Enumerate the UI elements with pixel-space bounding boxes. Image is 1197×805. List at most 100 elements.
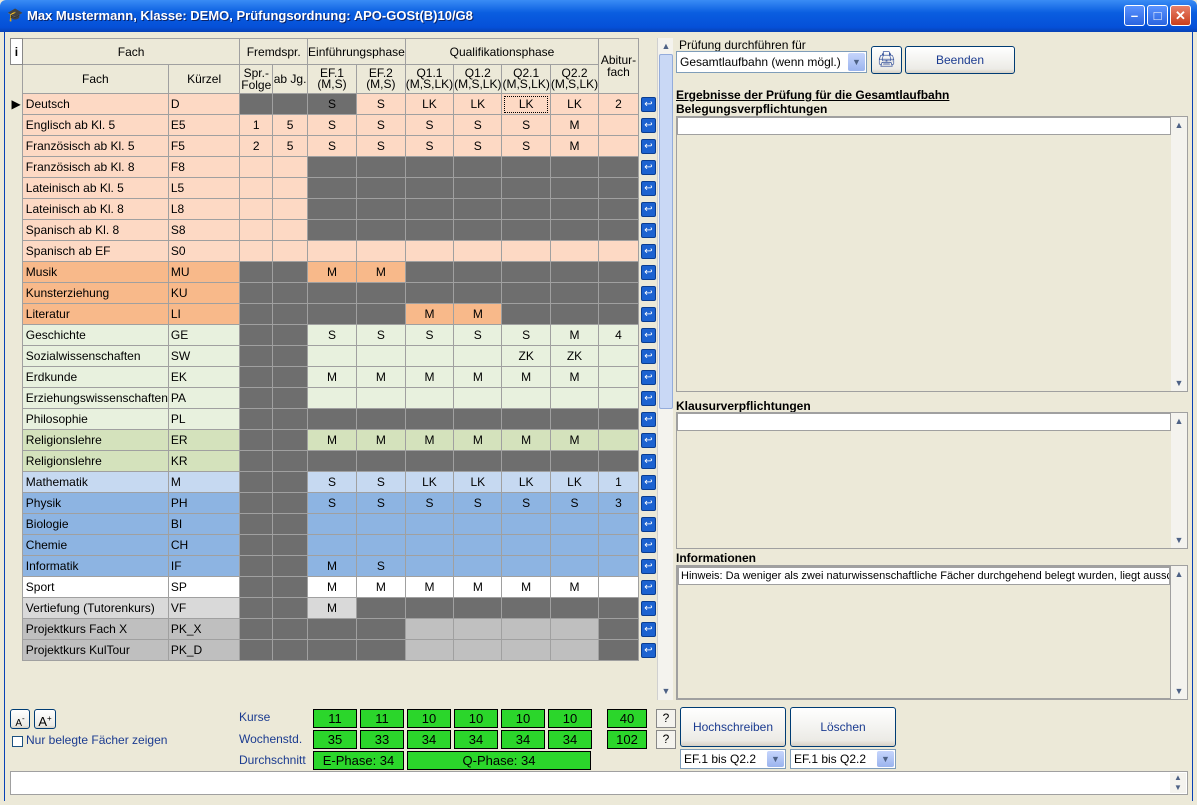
cell-q11[interactable] [404,282,455,304]
cell-ef1[interactable] [307,219,357,241]
cell-q22[interactable]: ZK [549,345,600,367]
subject-kuerzel[interactable]: F8 [167,156,241,178]
cell-q22[interactable]: M [549,135,600,157]
cell-ef2[interactable] [355,303,406,325]
nur-belegte-checkbox[interactable] [12,736,23,747]
cell-spr[interactable] [239,366,274,388]
table-row[interactable]: Musik MU M M ↩ [10,261,658,283]
cell-q21[interactable]: ZK [501,345,551,367]
cell-ef2[interactable]: S [355,324,406,346]
cell-ef1[interactable]: S [307,135,357,157]
table-row[interactable]: Geschichte GE S S S S S M 4 ↩ [10,324,658,346]
cell-q21[interactable]: S [501,324,551,346]
subject-kuerzel[interactable]: F5 [167,135,241,157]
cell-q11[interactable]: S [404,135,455,157]
cell-q22[interactable] [549,240,600,262]
cell-q11[interactable] [404,240,455,262]
cell-q22[interactable]: S [549,492,600,514]
cell-spr[interactable] [239,576,274,598]
cell-abi[interactable] [598,366,639,388]
subject-kuerzel[interactable]: MU [167,261,241,283]
cell-ef2[interactable]: S [355,492,406,514]
subject-name[interactable]: Erziehungswissenschaften [21,387,169,409]
cell-q11[interactable]: S [404,324,455,346]
cell-ef1[interactable]: S [307,114,357,136]
cell-q21[interactable] [501,240,551,262]
subject-name[interactable]: Sozialwissenschaften [21,345,169,367]
subject-name[interactable]: Informatik [21,555,169,577]
cell-q12[interactable] [453,597,503,619]
subject-kuerzel[interactable]: LI [167,303,241,325]
cell-ef2[interactable] [355,639,406,661]
cell-q21[interactable] [501,198,551,220]
cell-ef2[interactable] [355,177,406,199]
cell-spr[interactable] [239,198,274,220]
title-bar[interactable]: 🎓 Max Mustermann, Klasse: DEMO, Prüfungs… [0,0,1197,32]
reset-row-button[interactable]: ↩ [638,135,658,157]
cell-jg[interactable] [272,618,309,640]
cell-q11[interactable] [404,156,455,178]
header-fach[interactable]: Fach [21,64,169,94]
cell-q21[interactable]: M [501,576,551,598]
cell-abi[interactable] [598,198,639,220]
subject-name[interactable]: Lateinisch ab Kl. 5 [21,177,169,199]
cell-q21[interactable]: LK [501,93,551,115]
cell-q11[interactable]: LK [404,471,455,493]
belegung-field[interactable] [677,117,1171,135]
cell-q11[interactable] [404,177,455,199]
cell-abi[interactable]: 3 [598,492,639,514]
cell-spr[interactable] [239,240,274,262]
cell-q21[interactable]: S [501,135,551,157]
reset-row-button[interactable]: ↩ [638,492,658,514]
cell-spr[interactable] [239,513,274,535]
reset-row-button[interactable]: ↩ [638,324,658,346]
cell-q22[interactable] [549,261,600,283]
cell-abi[interactable] [598,282,639,304]
cell-q11[interactable] [404,408,455,430]
cell-abi[interactable] [598,450,639,472]
cell-q11[interactable] [404,261,455,283]
cell-abi[interactable]: 1 [598,471,639,493]
cell-q21[interactable] [501,450,551,472]
cell-ef1[interactable]: M [307,429,357,451]
cell-ef2[interactable] [355,198,406,220]
cell-q12[interactable]: M [453,429,503,451]
cell-ef2[interactable]: S [355,114,406,136]
cell-q21[interactable]: LK [501,471,551,493]
cell-q21[interactable] [501,156,551,178]
minimize-button[interactable]: – [1124,5,1145,26]
cell-ef1[interactable] [307,156,357,178]
cell-ef1[interactable] [307,513,357,535]
subject-kuerzel[interactable]: S0 [167,240,241,262]
cell-ef2[interactable] [355,156,406,178]
table-row[interactable]: Kunsterziehung KU ↩ [10,282,658,304]
loeschen-button[interactable]: Löschen [790,707,896,747]
cell-q12[interactable]: M [453,576,503,598]
cell-jg[interactable] [272,156,309,178]
cell-abi[interactable] [598,303,639,325]
cell-q12[interactable] [453,219,503,241]
header-kuerzel[interactable]: Kürzel [167,64,241,94]
cell-ef2[interactable] [355,282,406,304]
cell-q21[interactable]: S [501,114,551,136]
cell-q21[interactable] [501,387,551,409]
cell-q12[interactable]: S [453,114,503,136]
subject-kuerzel[interactable]: KU [167,282,241,304]
cell-jg[interactable] [272,492,309,514]
subject-kuerzel[interactable]: CH [167,534,241,556]
cell-jg[interactable] [272,240,309,262]
cell-q11[interactable] [404,534,455,556]
cell-q22[interactable] [549,639,600,661]
cell-ef1[interactable] [307,618,357,640]
subject-kuerzel[interactable]: S8 [167,219,241,241]
subject-kuerzel[interactable]: E5 [167,114,241,136]
cell-q12[interactable] [453,618,503,640]
reset-row-button[interactable]: ↩ [638,198,658,220]
subject-kuerzel[interactable]: KR [167,450,241,472]
cell-q12[interactable]: M [453,303,503,325]
subject-name[interactable]: Kunsterziehung [21,282,169,304]
cell-q21[interactable] [501,303,551,325]
cell-q12[interactable] [453,513,503,535]
cell-q12[interactable] [453,387,503,409]
cell-q22[interactable] [549,156,600,178]
